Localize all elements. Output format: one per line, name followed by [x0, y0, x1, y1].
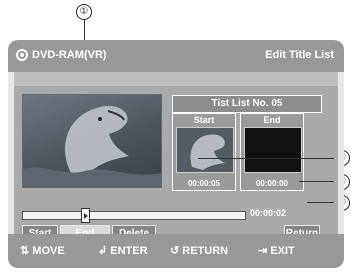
panel-header: DVD-RAM(VR) Edit Title List	[8, 40, 344, 72]
callout-1: ①	[76, 4, 92, 20]
exit-icon: ⇥	[258, 245, 268, 257]
content-area: Tist List No. 05 Start 00:00:05 End 00:0…	[14, 86, 338, 243]
return-label: RETURN	[182, 245, 229, 257]
edit-title-list-panel: DVD-RAM(VR) Edit Title List Tist List No…	[8, 40, 344, 268]
preview-image	[23, 95, 161, 187]
disc-label: DVD-RAM(VR)	[16, 49, 107, 61]
divider-strip	[14, 72, 338, 86]
return-arrow-icon: ↺	[170, 245, 180, 257]
enter-icon: ↲	[98, 245, 108, 257]
move-hint: ⇅ MOVE	[20, 244, 65, 257]
enter-hint: ↲ ENTER	[98, 244, 148, 257]
playback-progress-bar[interactable]	[22, 208, 246, 223]
end-thumbnail-image	[244, 127, 302, 173]
page-title: Edit Title List	[265, 49, 334, 61]
start-thumbnail-image	[176, 127, 234, 173]
exit-label: EXIT	[270, 245, 295, 257]
callout-4-line	[299, 181, 334, 182]
directional-pad-icon: ⇅	[20, 245, 30, 257]
footer-nav: ⇅ MOVE ↲ ENTER ↺ RETURN ⇥ EXIT	[8, 234, 344, 268]
exit-hint: ⇥ EXIT	[258, 244, 295, 257]
start-thumbnail-card: Start 00:00:05	[172, 113, 236, 191]
start-time: 00:00:05	[187, 179, 221, 188]
start-thumbnail-label: Start	[193, 115, 215, 125]
enter-label: ENTER	[110, 245, 148, 257]
end-time: 00:00:00	[255, 179, 289, 188]
current-time: 00:00:02	[250, 208, 287, 218]
move-label: MOVE	[32, 245, 65, 257]
title-list-number: Tist List No. 05	[172, 95, 322, 113]
callout-2-line	[307, 202, 334, 203]
return-hint: ↺ RETURN	[170, 244, 228, 257]
disc-text: DVD-RAM(VR)	[32, 49, 107, 61]
callout-3-line	[198, 158, 334, 159]
end-thumbnail-label: End	[263, 115, 281, 125]
video-preview	[22, 94, 162, 188]
progress-marker[interactable]	[81, 208, 91, 223]
end-thumbnail-card: End 00:00:00	[240, 113, 304, 191]
disc-icon	[16, 49, 28, 61]
